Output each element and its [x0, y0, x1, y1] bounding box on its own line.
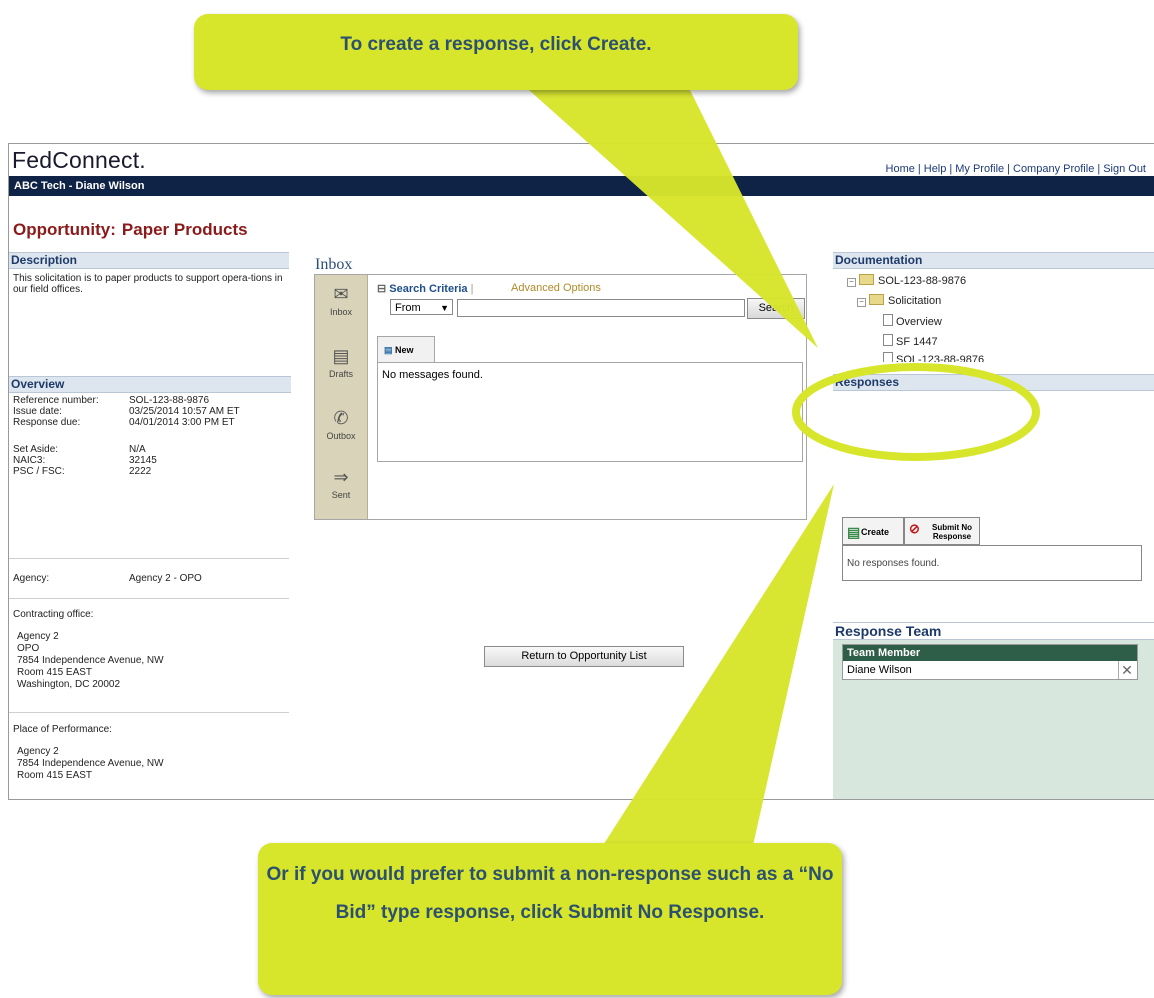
overview-row: PSC / FSC: 2222	[13, 466, 152, 477]
divider	[9, 558, 289, 559]
document-icon: ▤	[384, 345, 396, 355]
sidebar-item-sent[interactable]: ⇒ Sent	[315, 466, 367, 500]
outbox-icon: ✆	[333, 408, 349, 428]
team-table-header: Team Member	[843, 645, 1137, 661]
callout-submit-no-response: Or if you would prefer to submit a non-r…	[258, 843, 842, 995]
search-input[interactable]	[457, 299, 745, 317]
contracting-office-label: Contracting office:	[13, 609, 94, 620]
description-text: This solicitation is to paper products t…	[13, 273, 283, 295]
page-title: Opportunity: Paper Products	[13, 220, 248, 240]
collapse-icon: ⊟	[377, 283, 390, 295]
search-criteria-toggle[interactable]: ⊟ Search Criteria |	[377, 282, 473, 295]
document-icon	[883, 314, 893, 326]
divider	[9, 712, 289, 713]
page-title-label: Opportunity:	[13, 220, 116, 239]
tree-item[interactable]: − SOL-123-88-9876	[847, 274, 966, 287]
overview-row: Set Aside: N/A	[13, 444, 146, 455]
sidebar-item-drafts[interactable]: ▤ Drafts	[315, 345, 367, 379]
inbox-title: Inbox	[315, 256, 353, 273]
overview-row: Reference number: SOL-123-88-9876	[13, 395, 210, 406]
sidebar-item-inbox[interactable]: ✉ Inbox	[315, 283, 367, 317]
drafts-icon: ▤	[332, 346, 350, 366]
nav-sign-out-link[interactable]: Sign Out	[1103, 163, 1146, 175]
nav-company-profile-link[interactable]: Company Profile	[1013, 163, 1094, 175]
place-of-performance-label: Place of Performance:	[13, 724, 112, 735]
table-row: Diane Wilson ✕	[843, 661, 1137, 679]
top-nav: Home | Help | My Profile | Company Profile | Sig…	[885, 163, 1146, 175]
tree-item[interactable]: − Solicitation	[857, 294, 941, 307]
overview-row: NAIC3: 32145	[13, 455, 157, 466]
new-document-icon: ▤	[847, 524, 861, 540]
team-table: Team Member Diane Wilson ✕	[842, 644, 1138, 680]
agency-row: Agency: Agency 2 - OPO	[13, 573, 202, 584]
search-field-select[interactable]: From ▼	[390, 299, 453, 315]
folder-icon	[869, 294, 884, 305]
sidebar-item-outbox[interactable]: ✆ Outbox	[315, 407, 367, 441]
collapse-icon: −	[847, 278, 856, 287]
overview-row: Issue date: 03/25/2014 10:57 AM ET	[13, 406, 240, 417]
inbox-icon: ✉	[333, 284, 349, 304]
nav-home-link[interactable]: Home	[886, 163, 915, 175]
callout-create: To create a response, click Create.	[194, 14, 798, 90]
no-entry-icon: ⊘	[909, 521, 920, 536]
folder-icon	[859, 274, 874, 285]
overview-header: Overview	[9, 376, 291, 393]
left-column: Description This solicitation is to pape…	[9, 252, 291, 799]
fedconnect-logo: FedConnect.	[12, 147, 146, 173]
tree-item[interactable]: SOL-123-88-9876	[883, 352, 984, 362]
page-title-name: Paper Products	[121, 220, 248, 239]
document-icon	[883, 352, 893, 362]
search-button[interactable]: Search	[747, 298, 805, 319]
overview-table: Reference number: SOL-123-88-9876 Issue d…	[13, 395, 240, 477]
return-to-opportunity-list-button[interactable]: Return to Opportunity List	[484, 646, 684, 667]
documentation-header: Documentation	[833, 252, 1154, 269]
nav-my-profile-link[interactable]: My Profile	[955, 163, 1004, 175]
advanced-options-link[interactable]: Advanced Options	[511, 282, 601, 294]
document-icon	[883, 334, 893, 346]
description-header: Description	[9, 252, 289, 269]
submit-no-response-button[interactable]: ⊘ Submit No Response	[904, 517, 980, 545]
overview-row: Response due: 04/01/2014 3:00 PM ET	[13, 417, 235, 428]
collapse-icon: −	[857, 298, 866, 307]
nav-help-link[interactable]: Help	[924, 163, 947, 175]
create-response-button[interactable]: ▤ Create	[842, 517, 904, 545]
user-bar: ABC Tech - Diane Wilson	[9, 176, 1154, 196]
tab-new[interactable]: ▤ New	[377, 336, 435, 362]
contracting-office-address: Agency 2 OPO 7854 Independence Avenue, N…	[17, 631, 164, 690]
remove-member-icon[interactable]: ✕	[1118, 661, 1135, 679]
inbox-panel: ✉ Inbox ▤ Drafts ✆ Outbox ⇒ Sent ⊟ Searc…	[314, 274, 807, 520]
tree-item[interactable]: Overview	[883, 314, 942, 328]
message-list: No messages found.	[377, 362, 803, 462]
responses-list: No responses found.	[842, 545, 1142, 581]
response-team-header: Response Team	[833, 622, 1154, 640]
right-column: Documentation − SOL-123-88-9876 − Solicita…	[833, 252, 1154, 799]
tree-item[interactable]: SF 1447	[883, 334, 938, 348]
fedconnect-window: FedConnect. Home | Help | My Profile | Company…	[8, 143, 1154, 800]
place-of-performance-address: Agency 2 7854 Independence Avenue, NW Ro…	[17, 746, 164, 781]
chevron-down-icon: ▼	[440, 303, 449, 313]
response-team-panel: Response Team Team Member Diane Wilson ✕	[833, 622, 1154, 799]
sent-icon: ⇒	[333, 467, 349, 487]
responses-header: Responses	[833, 374, 1154, 391]
inbox-sidebar: ✉ Inbox ▤ Drafts ✆ Outbox ⇒ Sent	[315, 275, 368, 519]
divider	[9, 598, 289, 599]
